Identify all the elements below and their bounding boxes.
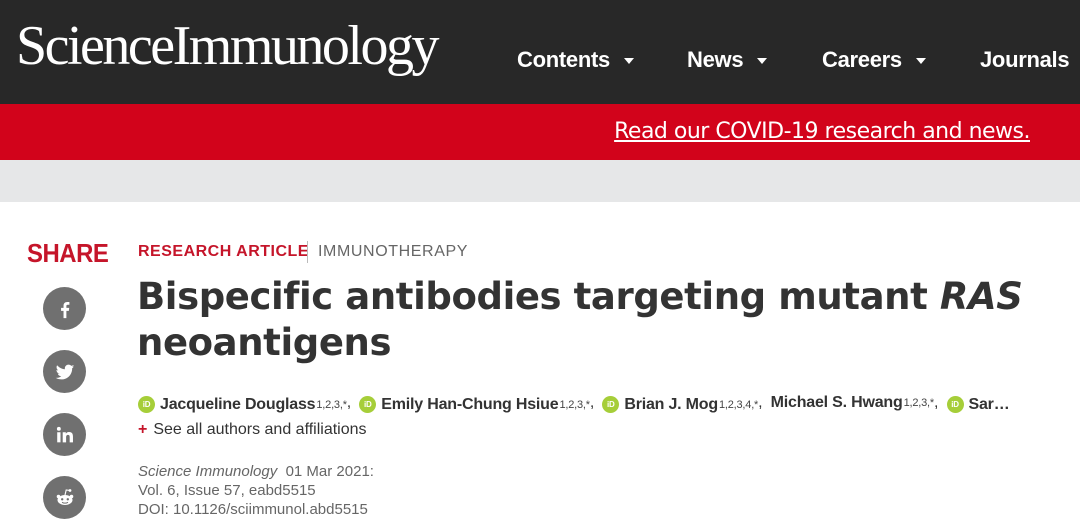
citation-volume: Vol. 6, Issue 57, eabd5515 [138, 482, 316, 499]
author-affiliation: 1,2,3,* [559, 398, 590, 411]
orcid-icon[interactable]: iD [138, 396, 155, 413]
author-link[interactable]: iD Jacqueline Douglass 1,2,3,* [138, 396, 347, 414]
facebook-icon [60, 301, 69, 318]
nav-careers[interactable]: Careers [822, 44, 926, 76]
author-link[interactable]: Michael S. Hwang 1,2,3,* [770, 394, 935, 412]
article-subject-label[interactable]: IMMUNOTHERAPY [318, 243, 468, 261]
orcid-icon[interactable]: iD [359, 396, 377, 413]
author-name: Emily Han-Chung Hsiue [381, 395, 559, 413]
share-linkedin-button[interactable] [43, 413, 86, 456]
citation-line1: Science Immunology 01 Mar 2021: [138, 462, 374, 481]
orcid-icon[interactable]: iD [946, 396, 964, 413]
nav-careers-label: Careers [822, 47, 902, 72]
linkedin-icon [56, 426, 73, 442]
title-italic-gene: RAS [939, 275, 1023, 318]
nav-journals-label: Journals [980, 47, 1070, 72]
author-name: Sar… [968, 395, 1010, 413]
author-name: Michael S. Hwang [770, 394, 903, 411]
author-affiliation: 1,2,3,* [903, 397, 935, 409]
covid-banner-link[interactable]: Read our COVID-19 research and news. [614, 119, 1030, 144]
site-logo[interactable]: ScienceImmunology [16, 10, 439, 82]
author-link[interactable]: iD Emily Han-Chung Hsiue 1,2,3,* [359, 396, 590, 414]
covid-banner: Read our COVID-19 research and news. [0, 104, 1080, 160]
see-all-label: See all authors and affiliations [153, 421, 367, 438]
site-header: ScienceImmunology Contents News Careers … [0, 0, 1080, 104]
publish-date: 01 Mar 2021: [285, 463, 374, 480]
chevron-down-icon [915, 58, 926, 64]
article-type-label[interactable]: RESEARCH ARTICLE [138, 243, 309, 261]
plus-icon: + [138, 421, 148, 438]
chevron-down-icon [623, 58, 634, 64]
author-name: Jacqueline Douglass [160, 395, 316, 413]
share-facebook-button[interactable] [43, 287, 86, 330]
citation-doi[interactable]: DOI: 10.1126/sciimmunol.abd5515 [138, 500, 374, 519]
citation-block: Science Immunology 01 Mar 2021: Vol. 6, … [138, 462, 374, 519]
reddit-icon [56, 488, 73, 505]
author-link[interactable]: iD Brian J. Mog 1,2,3,4,* [602, 396, 758, 414]
author-list: iD Jacqueline Douglass 1,2,3,* , iD Emily… [138, 394, 1048, 418]
title-text-line2: neoantigens [137, 321, 392, 364]
nav-news-label: News [687, 47, 744, 72]
author-link[interactable]: iD Sar… [946, 395, 1010, 414]
orcid-icon[interactable]: iD [602, 396, 620, 413]
see-all-authors-link[interactable]: + See all authors and affiliations [138, 421, 367, 439]
share-heading: SHARE [27, 238, 109, 268]
title-text: Bispecific antibodies targeting mutant [137, 275, 940, 318]
twitter-icon [55, 364, 74, 379]
nav-journals[interactable]: Journals [980, 44, 1080, 76]
author-name: Brian J. Mog [624, 395, 718, 413]
journal-name: Science Immunology [138, 463, 278, 480]
share-twitter-button[interactable] [43, 350, 86, 393]
grey-spacer-bar [0, 160, 1080, 202]
chevron-down-icon [757, 58, 768, 64]
type-divider [307, 241, 308, 263]
nav-contents[interactable]: Contents [517, 44, 634, 76]
author-affiliation: 1,2,3,4,* [718, 398, 759, 411]
author-affiliation: 1,2,3,* [316, 398, 347, 411]
article-title: Bispecific antibodies targeting mutant R… [137, 274, 1037, 366]
nav-contents-label: Contents [517, 47, 610, 72]
nav-news[interactable]: News [687, 44, 768, 76]
share-reddit-button[interactable] [43, 476, 86, 519]
